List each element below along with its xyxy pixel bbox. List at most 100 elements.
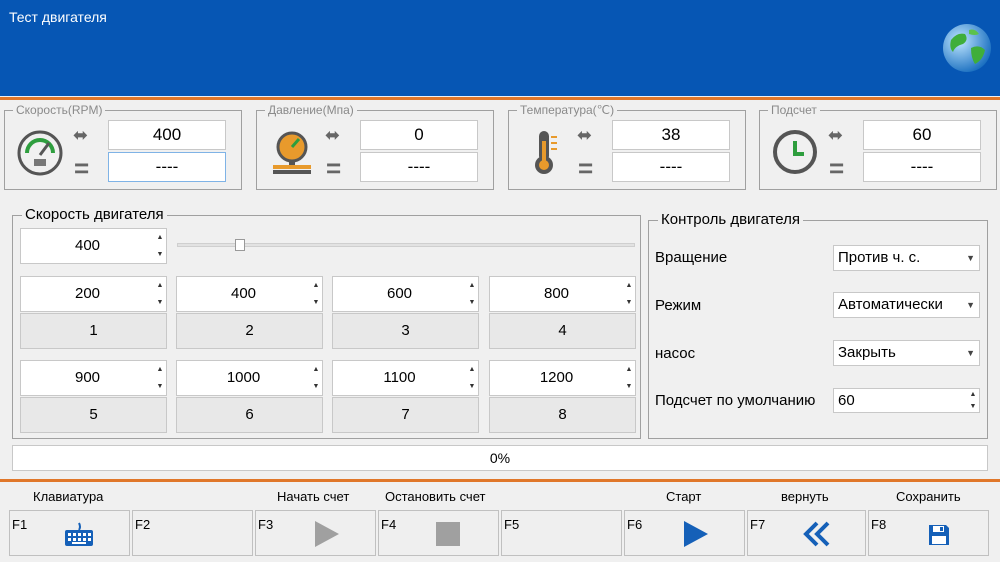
spin-down-icon[interactable]: ▼ xyxy=(154,378,166,395)
spin-down-icon[interactable]: ▼ xyxy=(310,378,322,395)
set-value-arrow-icon: ⬌ xyxy=(325,125,341,145)
pump-select[interactable]: Закрыть ▼ xyxy=(833,340,980,366)
spin-down-icon[interactable]: ▼ xyxy=(310,294,322,311)
fkey-f4-label: Остановить счет xyxy=(385,489,486,504)
actual-value-equals-icon: = xyxy=(578,153,594,183)
globe-icon xyxy=(943,24,991,72)
preset-speed-3-spinbox[interactable]: 600 ▲ ▼ xyxy=(332,276,479,312)
preset-speed-value[interactable]: 1100 xyxy=(333,361,466,395)
current-speed-value[interactable]: 400 xyxy=(21,229,154,263)
set-value-arrow-icon: ⬌ xyxy=(73,125,89,145)
f1-keyboard-button[interactable]: F1 xyxy=(9,510,130,556)
actual-value-equals-icon: = xyxy=(74,153,90,183)
temperature-actual-field[interactable]: ---- xyxy=(612,152,730,182)
play-icon xyxy=(315,521,339,547)
speed-set-field[interactable]: 400 xyxy=(108,120,226,150)
preset-speed-value[interactable]: 1200 xyxy=(490,361,623,395)
preset-button-7[interactable]: 7 xyxy=(332,397,479,433)
speed-slider-handle[interactable] xyxy=(235,239,245,251)
progress-bar: 0% xyxy=(12,445,988,471)
default-count-value[interactable]: 60 xyxy=(834,389,967,412)
preset-button-4[interactable]: 4 xyxy=(489,313,636,349)
spin-up-icon[interactable]: ▲ xyxy=(310,361,322,378)
preset-speed-6-spinbox[interactable]: 1000 ▲ ▼ xyxy=(176,360,323,396)
chevron-down-icon: ▼ xyxy=(966,300,975,310)
temperature-set-field[interactable]: 38 xyxy=(612,120,730,150)
default-count-spinbox[interactable]: 60 ▲ ▼ xyxy=(833,388,980,413)
spin-down-icon[interactable]: ▼ xyxy=(967,401,979,412)
pump-label: насос xyxy=(655,345,696,362)
fkey-f8: F8 xyxy=(871,517,887,532)
spin-down-icon[interactable]: ▼ xyxy=(154,246,166,263)
temperature-sensor-label: Температура(℃) xyxy=(517,103,618,117)
preset-button-2[interactable]: 2 xyxy=(176,313,323,349)
f6-start-button[interactable]: F6 xyxy=(624,510,745,556)
spin-up-icon[interactable]: ▲ xyxy=(154,277,166,294)
preset-speed-value[interactable]: 400 xyxy=(177,277,310,311)
preset-speed-value[interactable]: 1000 xyxy=(177,361,310,395)
speed-actual-field[interactable]: ---- xyxy=(108,152,226,182)
f8-save-button[interactable]: F8 xyxy=(868,510,989,556)
preset-button-5[interactable]: 5 xyxy=(20,397,167,433)
thermometer-icon xyxy=(535,131,557,174)
f2-button[interactable]: F2 xyxy=(132,510,253,556)
preset-button-8[interactable]: 8 xyxy=(489,397,636,433)
rotation-select[interactable]: Против ч. с. ▼ xyxy=(833,245,980,271)
f5-button[interactable]: F5 xyxy=(501,510,622,556)
spin-up-icon[interactable]: ▲ xyxy=(466,361,478,378)
header-divider xyxy=(0,97,1000,100)
pressure-actual-field[interactable]: ---- xyxy=(360,152,478,182)
fkey-f5: F5 xyxy=(504,517,520,532)
preset-speed-value[interactable]: 600 xyxy=(333,277,466,311)
preset-speed-value[interactable]: 200 xyxy=(21,277,154,311)
preset-speed-4-spinbox[interactable]: 800 ▲ ▼ xyxy=(489,276,636,312)
spin-up-icon[interactable]: ▲ xyxy=(154,229,166,246)
preset-speed-1-spinbox[interactable]: 200 ▲ ▼ xyxy=(20,276,167,312)
pressure-gauge-icon xyxy=(273,131,311,174)
speed-sensor-group: Скорость(RPM) ⬌ = 400 ---- xyxy=(4,103,242,190)
spin-up-icon[interactable]: ▲ xyxy=(310,277,322,294)
mode-select[interactable]: Автоматически ▼ xyxy=(833,292,980,318)
pump-value: Закрыть xyxy=(838,344,896,361)
fkey-f3: F3 xyxy=(258,517,274,532)
motor-control-title: Контроль двигателя xyxy=(658,211,803,228)
default-count-label: Подсчет по умолчанию xyxy=(655,392,816,409)
spin-up-icon[interactable]: ▲ xyxy=(466,277,478,294)
chevron-down-icon: ▼ xyxy=(966,253,975,263)
spin-up-icon[interactable]: ▲ xyxy=(154,361,166,378)
clock-icon xyxy=(773,130,817,174)
preset-speed-5-spinbox[interactable]: 900 ▲ ▼ xyxy=(20,360,167,396)
spin-down-icon[interactable]: ▼ xyxy=(623,378,635,395)
spin-down-icon[interactable]: ▼ xyxy=(466,378,478,395)
f4-stop-count-button[interactable]: F4 xyxy=(378,510,499,556)
preset-speed-2-spinbox[interactable]: 400 ▲ ▼ xyxy=(176,276,323,312)
preset-speed-7-spinbox[interactable]: 1100 ▲ ▼ xyxy=(332,360,479,396)
preset-speed-8-spinbox[interactable]: 1200 ▲ ▼ xyxy=(489,360,636,396)
speed-slider[interactable] xyxy=(177,243,635,247)
preset-button-6[interactable]: 6 xyxy=(176,397,323,433)
spin-up-icon[interactable]: ▲ xyxy=(967,389,979,400)
preset-button-3[interactable]: 3 xyxy=(332,313,479,349)
chevron-down-icon: ▼ xyxy=(966,348,975,358)
spin-up-icon[interactable]: ▲ xyxy=(623,277,635,294)
fkey-f1-label: Клавиатура xyxy=(33,489,104,504)
f3-start-count-button[interactable]: F3 xyxy=(255,510,376,556)
spin-down-icon[interactable]: ▼ xyxy=(466,294,478,311)
preset-button-1[interactable]: 1 xyxy=(20,313,167,349)
f7-return-button[interactable]: F7 xyxy=(747,510,866,556)
pressure-set-field[interactable]: 0 xyxy=(360,120,478,150)
fkey-f6-label: Старт xyxy=(666,489,702,504)
count-sensor-group: Подсчет ⬌ = 60 ---- xyxy=(759,103,997,190)
fkey-f7-label: вернуть xyxy=(781,489,829,504)
spin-up-icon[interactable]: ▲ xyxy=(623,361,635,378)
preset-speed-value[interactable]: 900 xyxy=(21,361,154,395)
speed-sensor-label: Скорость(RPM) xyxy=(13,103,106,117)
pressure-sensor-group: Давление(Мпа) ⬌ = 0 ---- xyxy=(256,103,494,190)
spin-down-icon[interactable]: ▼ xyxy=(154,294,166,311)
count-set-field[interactable]: 60 xyxy=(863,120,981,150)
current-speed-spinbox[interactable]: 400 ▲ ▼ xyxy=(20,228,167,264)
preset-speed-value[interactable]: 800 xyxy=(490,277,623,311)
spin-down-icon[interactable]: ▼ xyxy=(623,294,635,311)
actual-value-equals-icon: = xyxy=(326,153,342,183)
count-actual-field[interactable]: ---- xyxy=(863,152,981,182)
